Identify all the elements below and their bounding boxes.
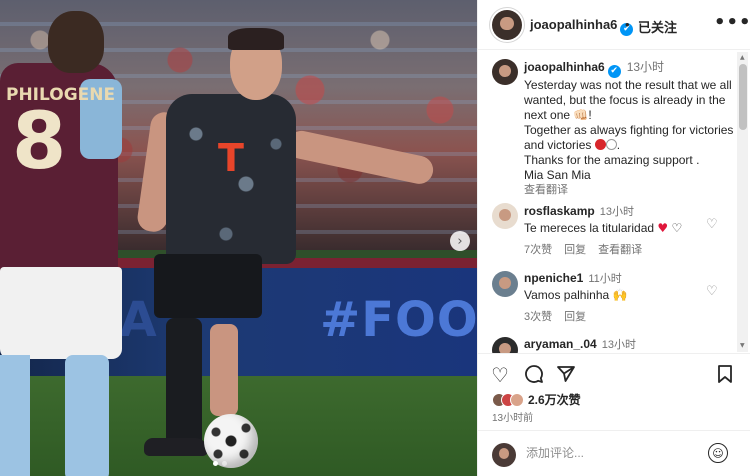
- caption-line-2-text: Together as always fighting for victorie…: [524, 123, 734, 152]
- comment-time: 11小时: [588, 273, 622, 285]
- scroll-up-arrow-icon[interactable]: ▲: [740, 54, 745, 61]
- caption-time: 13小时: [626, 60, 665, 74]
- opponent-head: [48, 11, 104, 73]
- next-photo-button[interactable]: ›: [450, 231, 470, 251]
- likes-summary[interactable]: 2.6万次赞: [492, 391, 581, 408]
- caption-line-2: Together as always fighting for victorie…: [524, 123, 734, 152]
- comment: rosflaskamp 13小时 Te mereces la titularida…: [524, 203, 714, 258]
- comment-input[interactable]: [526, 446, 686, 460]
- author-username-text[interactable]: joaopalhinha6: [530, 17, 617, 32]
- caption-username[interactable]: joaopalhinha6: [524, 60, 605, 74]
- comment-reply-button[interactable]: 回复: [564, 309, 586, 325]
- post-actions: ♡ 2.6万次赞 13小时前: [478, 353, 750, 429]
- comment-username[interactable]: npeniche1: [524, 271, 583, 285]
- scroll-down-arrow-icon[interactable]: ▼: [740, 342, 745, 349]
- author-username[interactable]: joaopalhinha6 ✔: [530, 17, 634, 36]
- opponent-leg: [0, 355, 30, 476]
- carousel-dots: [213, 461, 227, 466]
- send-icon[interactable]: [556, 364, 576, 388]
- post-timestamp: 13小时前: [492, 413, 534, 424]
- verified-badge-icon: ✔: [607, 65, 621, 78]
- comment-meta: 3次赞 回复: [524, 309, 714, 325]
- comment-reply-button[interactable]: 回复: [564, 242, 586, 258]
- comment-time: 13小时: [601, 339, 636, 351]
- red-heart-emoji-icon: ♥: [657, 221, 669, 235]
- carousel-dot-active: [213, 461, 218, 466]
- header-separator: •: [625, 17, 630, 32]
- follow-status-button[interactable]: 已关注: [638, 17, 677, 36]
- opponent-player: PHILOGENE 8: [0, 5, 135, 476]
- player-hair: [228, 28, 284, 50]
- player-right-arm: [285, 128, 436, 187]
- football: [204, 414, 258, 468]
- comment-text: Te mereces la titularidad ♥ ♡: [524, 220, 714, 236]
- comment-translate-link[interactable]: 查看翻译: [598, 242, 642, 258]
- liker-avatar: [510, 392, 524, 407]
- author-avatar[interactable]: [492, 10, 522, 40]
- comment: aryaman_.0413小时 ...: [524, 336, 714, 353]
- caption: joaopalhinha6 ✔ 13小时 Yesterday was not the…: [524, 60, 734, 198]
- red-circle-emoji-icon: [594, 139, 606, 150]
- add-comment-bar: ☺: [478, 430, 750, 476]
- post-photo[interactable]: E A #FOOTB PHILOGENE 8 T ›: [0, 0, 477, 476]
- scrollbar-thumb[interactable]: [739, 64, 747, 130]
- likes-count[interactable]: 2.6万次赞: [528, 391, 581, 408]
- player-shorts: [154, 254, 262, 318]
- comment-icon[interactable]: [524, 364, 544, 388]
- bookmark-icon[interactable]: [716, 364, 734, 388]
- comment-like-heart-icon[interactable]: ♡: [706, 217, 718, 232]
- post-header: joaopalhinha6 ✔ • 已关注 •••: [478, 0, 750, 50]
- player-leg: [210, 324, 238, 416]
- post-side-panel: joaopalhinha6 ✔ • 已关注 ••• joaopalhinha6 ✔ 1…: [477, 0, 750, 476]
- comment-username[interactable]: rosflaskamp: [524, 204, 595, 218]
- comments-list[interactable]: joaopalhinha6 ✔ 13小时 Yesterday was not the…: [478, 51, 750, 353]
- player-leg-sock: [166, 318, 202, 450]
- opponent-leg: [65, 355, 109, 476]
- comment-likes[interactable]: 7次赞: [524, 242, 552, 258]
- opponent-shirt-number: 8: [12, 97, 67, 187]
- featured-player: T: [135, 28, 438, 476]
- commenter-avatar[interactable]: [492, 337, 518, 353]
- white-circle-emoji-icon: [605, 139, 617, 150]
- see-translation-link[interactable]: 查看翻译: [524, 183, 734, 198]
- opponent-shorts: [0, 267, 122, 359]
- caption-line-3: Thanks for the amazing support .: [524, 153, 700, 167]
- current-user-avatar: [492, 443, 516, 467]
- jersey-sponsor-logo: T: [218, 136, 244, 180]
- caption-line-4: Mia San Mia: [524, 168, 591, 182]
- carousel-dot: [222, 461, 227, 466]
- commenter-avatar[interactable]: [492, 203, 518, 229]
- comment-text-body: Te mereces la titularidad: [524, 221, 655, 235]
- heart-icon[interactable]: ♡: [491, 364, 509, 386]
- comment-time: 13小时: [599, 206, 634, 218]
- comment: npeniche1 11小时 Vamos palhinha 🙌 3次赞 回复: [524, 270, 714, 325]
- comment-text: Vamos palhinha 🙌: [524, 288, 628, 302]
- white-heart-emoji-icon: ♡: [671, 221, 683, 235]
- player-boot: [144, 438, 208, 456]
- caption-avatar[interactable]: [492, 59, 518, 85]
- caption-line-1: Yesterday was not the result that we all…: [524, 78, 732, 122]
- comment-like-heart-icon[interactable]: ♡: [706, 284, 718, 299]
- comment-meta: 7次赞 回复 查看翻译: [524, 242, 714, 258]
- comment-likes[interactable]: 3次赞: [524, 309, 552, 325]
- more-options-icon[interactable]: •••: [714, 12, 750, 33]
- commenter-avatar[interactable]: [492, 271, 518, 297]
- instagram-post-dialog: E A #FOOTB PHILOGENE 8 T ›: [0, 0, 750, 476]
- chevron-right-icon: ›: [457, 233, 463, 249]
- comment-username[interactable]: aryaman_.04: [524, 337, 597, 351]
- emoji-picker-icon[interactable]: ☺: [708, 443, 728, 463]
